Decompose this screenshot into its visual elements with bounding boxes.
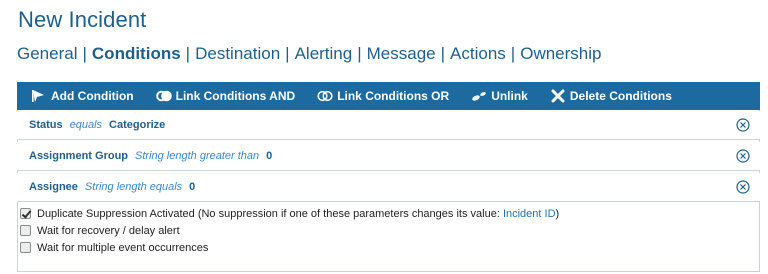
x-icon xyxy=(550,89,566,103)
condition-value: 0 xyxy=(189,181,196,193)
tab-message[interactable]: Message xyxy=(367,44,436,64)
tab-separator: | xyxy=(185,44,191,63)
condition-operator: String length greater than xyxy=(135,150,260,162)
add-condition-button[interactable]: Add Condition xyxy=(31,89,134,103)
tab-separator: | xyxy=(510,44,516,63)
wait-multiple-option: Wait for multiple event occurrences xyxy=(20,239,559,256)
duplicate-suppression-option: Duplicate Suppression Activated (No supp… xyxy=(20,205,559,222)
wait-multiple-checkbox[interactable] xyxy=(20,242,31,253)
tab-conditions[interactable]: Conditions xyxy=(92,44,181,64)
tab-separator: | xyxy=(285,44,290,63)
duplicate-suppression-checkbox[interactable] xyxy=(20,208,31,219)
condition-value: 0 xyxy=(266,150,273,162)
page-title: New Incident xyxy=(18,7,147,32)
conditions-toolbar: Add Condition Link Conditions AND Link C… xyxy=(17,82,760,110)
unlink-button[interactable]: Unlink xyxy=(471,89,528,103)
incident-id-link[interactable]: Incident ID xyxy=(503,208,556,220)
tab-ownership[interactable]: Ownership xyxy=(520,44,601,64)
link-and-button[interactable]: Link Conditions AND xyxy=(155,89,296,103)
condition-field: Status xyxy=(29,119,63,131)
link-or-icon xyxy=(317,89,333,103)
tab-actions[interactable]: Actions xyxy=(450,44,506,64)
condition-row[interactable]: Status equals Categorize xyxy=(17,111,760,140)
condition-operator: equals xyxy=(69,119,103,131)
tab-general[interactable]: General xyxy=(17,44,77,64)
condition-row[interactable]: Assignee String length equals 0 xyxy=(17,173,760,202)
link-or-label: Link Conditions OR xyxy=(337,89,450,103)
remove-condition-icon[interactable] xyxy=(736,118,750,132)
link-and-icon xyxy=(155,89,172,103)
tab-destination[interactable]: Destination xyxy=(195,44,280,64)
link-and-label: Link Conditions AND xyxy=(175,89,296,103)
wait-recovery-option: Wait for recovery / delay alert xyxy=(20,222,559,239)
wait-multiple-label: Wait for multiple event occurrences xyxy=(37,241,209,254)
duplicate-suppression-suffix: ) xyxy=(555,207,560,220)
link-or-button[interactable]: Link Conditions OR xyxy=(317,89,449,103)
delete-conditions-button[interactable]: Delete Conditions xyxy=(550,89,672,103)
delete-conditions-label: Delete Conditions xyxy=(569,89,672,103)
options-list: Duplicate Suppression Activated (No supp… xyxy=(20,205,559,256)
tab-bar: General | Conditions | Destination | Alerting |… xyxy=(17,44,601,64)
condition-row[interactable]: Assignment Group String length greater t… xyxy=(17,142,760,171)
condition-operator: String length equals xyxy=(84,181,183,193)
duplicate-suppression-label: Duplicate Suppression Activated (No supp… xyxy=(37,208,559,220)
condition-field: Assignment Group xyxy=(29,150,129,162)
duplicate-suppression-text: Duplicate Suppression Activated (No supp… xyxy=(37,207,503,220)
unlink-label: Unlink xyxy=(491,89,528,103)
tab-separator: | xyxy=(357,44,362,63)
add-condition-label: Add Condition xyxy=(51,89,134,103)
wait-recovery-label: Wait for recovery / delay alert xyxy=(37,224,180,237)
tab-separator: | xyxy=(440,44,446,63)
flag-arrow-icon xyxy=(31,89,47,103)
wait-recovery-checkbox[interactable] xyxy=(20,225,31,236)
tab-separator: | xyxy=(82,44,87,63)
condition-value: Categorize xyxy=(109,119,166,131)
tab-alerting[interactable]: Alerting xyxy=(295,44,353,64)
condition-field: Assignee xyxy=(29,181,78,193)
remove-condition-icon[interactable] xyxy=(736,149,750,163)
unlink-icon xyxy=(471,89,487,103)
remove-condition-icon[interactable] xyxy=(736,180,750,194)
